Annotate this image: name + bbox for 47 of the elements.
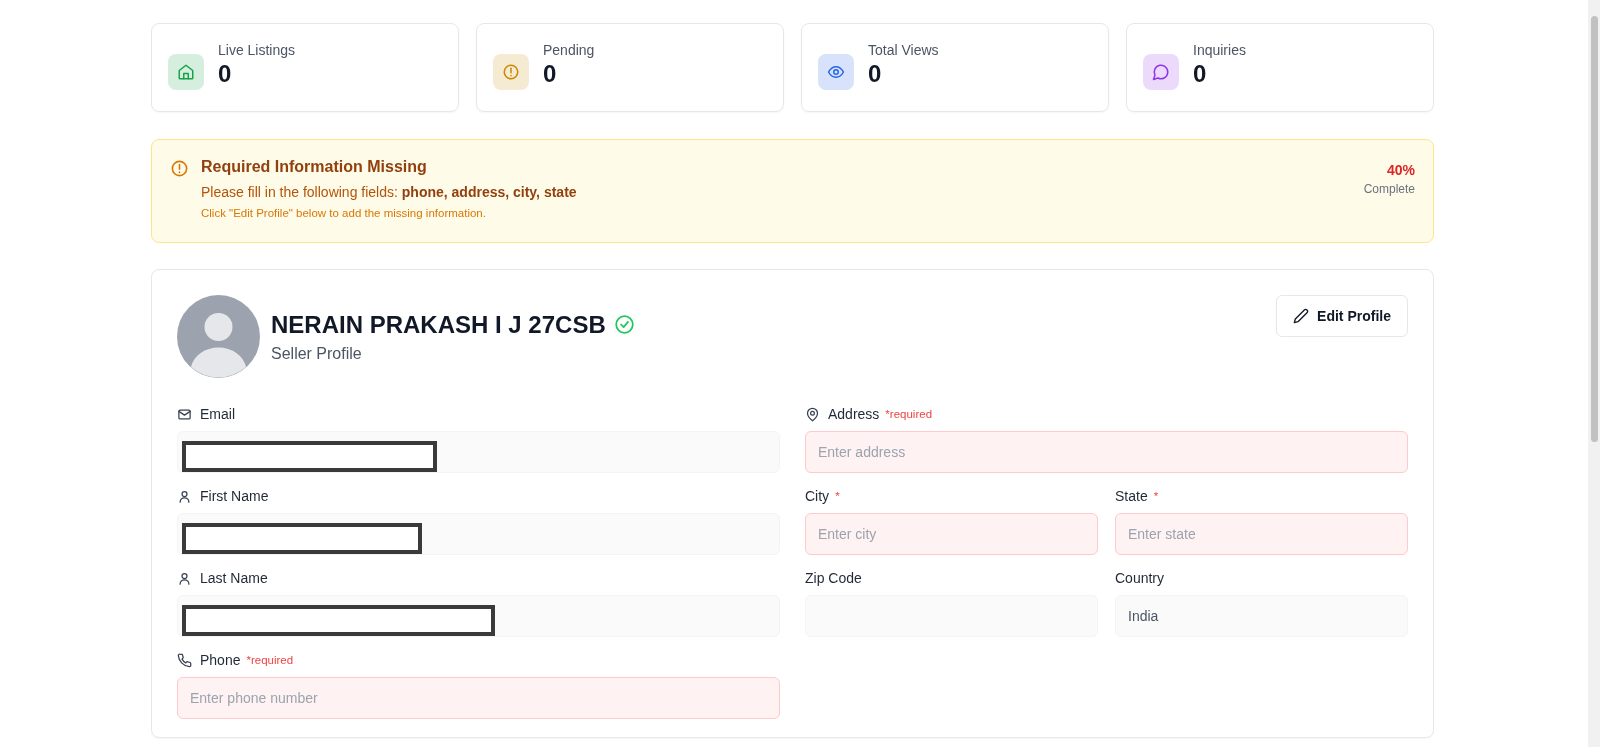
field-label: State xyxy=(1115,488,1148,504)
chat-bubble-icon xyxy=(1152,63,1170,81)
profile-subtitle: Seller Profile xyxy=(271,344,363,363)
field-label: Zip Code xyxy=(805,570,862,586)
warning-title: Required Information Missing xyxy=(201,158,428,176)
input-field[interactable]: Enter city xyxy=(805,513,1098,555)
field-label: Email xyxy=(200,406,235,422)
input-field[interactable]: Enter phone number xyxy=(177,677,780,719)
stat-label: Inquiries xyxy=(1193,42,1246,58)
completion-percent: 40% xyxy=(1385,162,1415,178)
stat-value: 0 xyxy=(543,60,558,88)
input-field[interactable]: Enter address xyxy=(805,431,1408,473)
input-field[interactable]: India xyxy=(1115,595,1408,637)
stat-value: 0 xyxy=(218,60,233,88)
house-icon xyxy=(177,63,195,81)
pencil-icon xyxy=(1293,308,1310,324)
required-marker: *required xyxy=(246,654,294,666)
stat-label: Pending xyxy=(543,42,595,58)
edit-profile-button[interactable]: Edit Profile xyxy=(1276,295,1408,337)
warning-hint: Click "Edit Profile" below to add the missing information. xyxy=(201,207,487,219)
stat-value: 0 xyxy=(868,60,883,88)
eye-icon xyxy=(827,63,845,81)
completion-label: Complete xyxy=(1363,182,1415,196)
location-pin-icon xyxy=(805,406,820,422)
scrollbar-thumb[interactable] xyxy=(1591,16,1598,442)
stat-label: Total Views xyxy=(868,42,939,58)
required-marker: * xyxy=(835,490,840,502)
field-label: First Name xyxy=(200,488,269,504)
envelope-icon xyxy=(177,406,192,422)
stat-value: 0 xyxy=(1193,60,1208,88)
scrollbar[interactable] xyxy=(1588,0,1600,747)
input-field[interactable]: Enter state xyxy=(1115,513,1408,555)
person-icon xyxy=(177,570,192,586)
field-label: Address xyxy=(828,406,880,422)
field-label: Phone xyxy=(200,652,241,668)
alert-icon xyxy=(170,159,189,178)
required-marker: * xyxy=(1153,490,1159,502)
alert-icon xyxy=(502,63,520,81)
phone-icon xyxy=(177,652,192,668)
person-icon xyxy=(177,488,192,504)
profile-name: NERAIN PRAKASH I J 27CSB xyxy=(271,310,606,339)
field-label: City xyxy=(805,488,830,504)
required-marker: *required xyxy=(885,408,933,420)
stat-label: Live Listings xyxy=(218,42,296,58)
warning-message: Please fill in the following fields: phone, address, city, state xyxy=(201,184,578,200)
field-label: Last Name xyxy=(200,570,268,586)
field-label: Country xyxy=(1115,570,1165,586)
